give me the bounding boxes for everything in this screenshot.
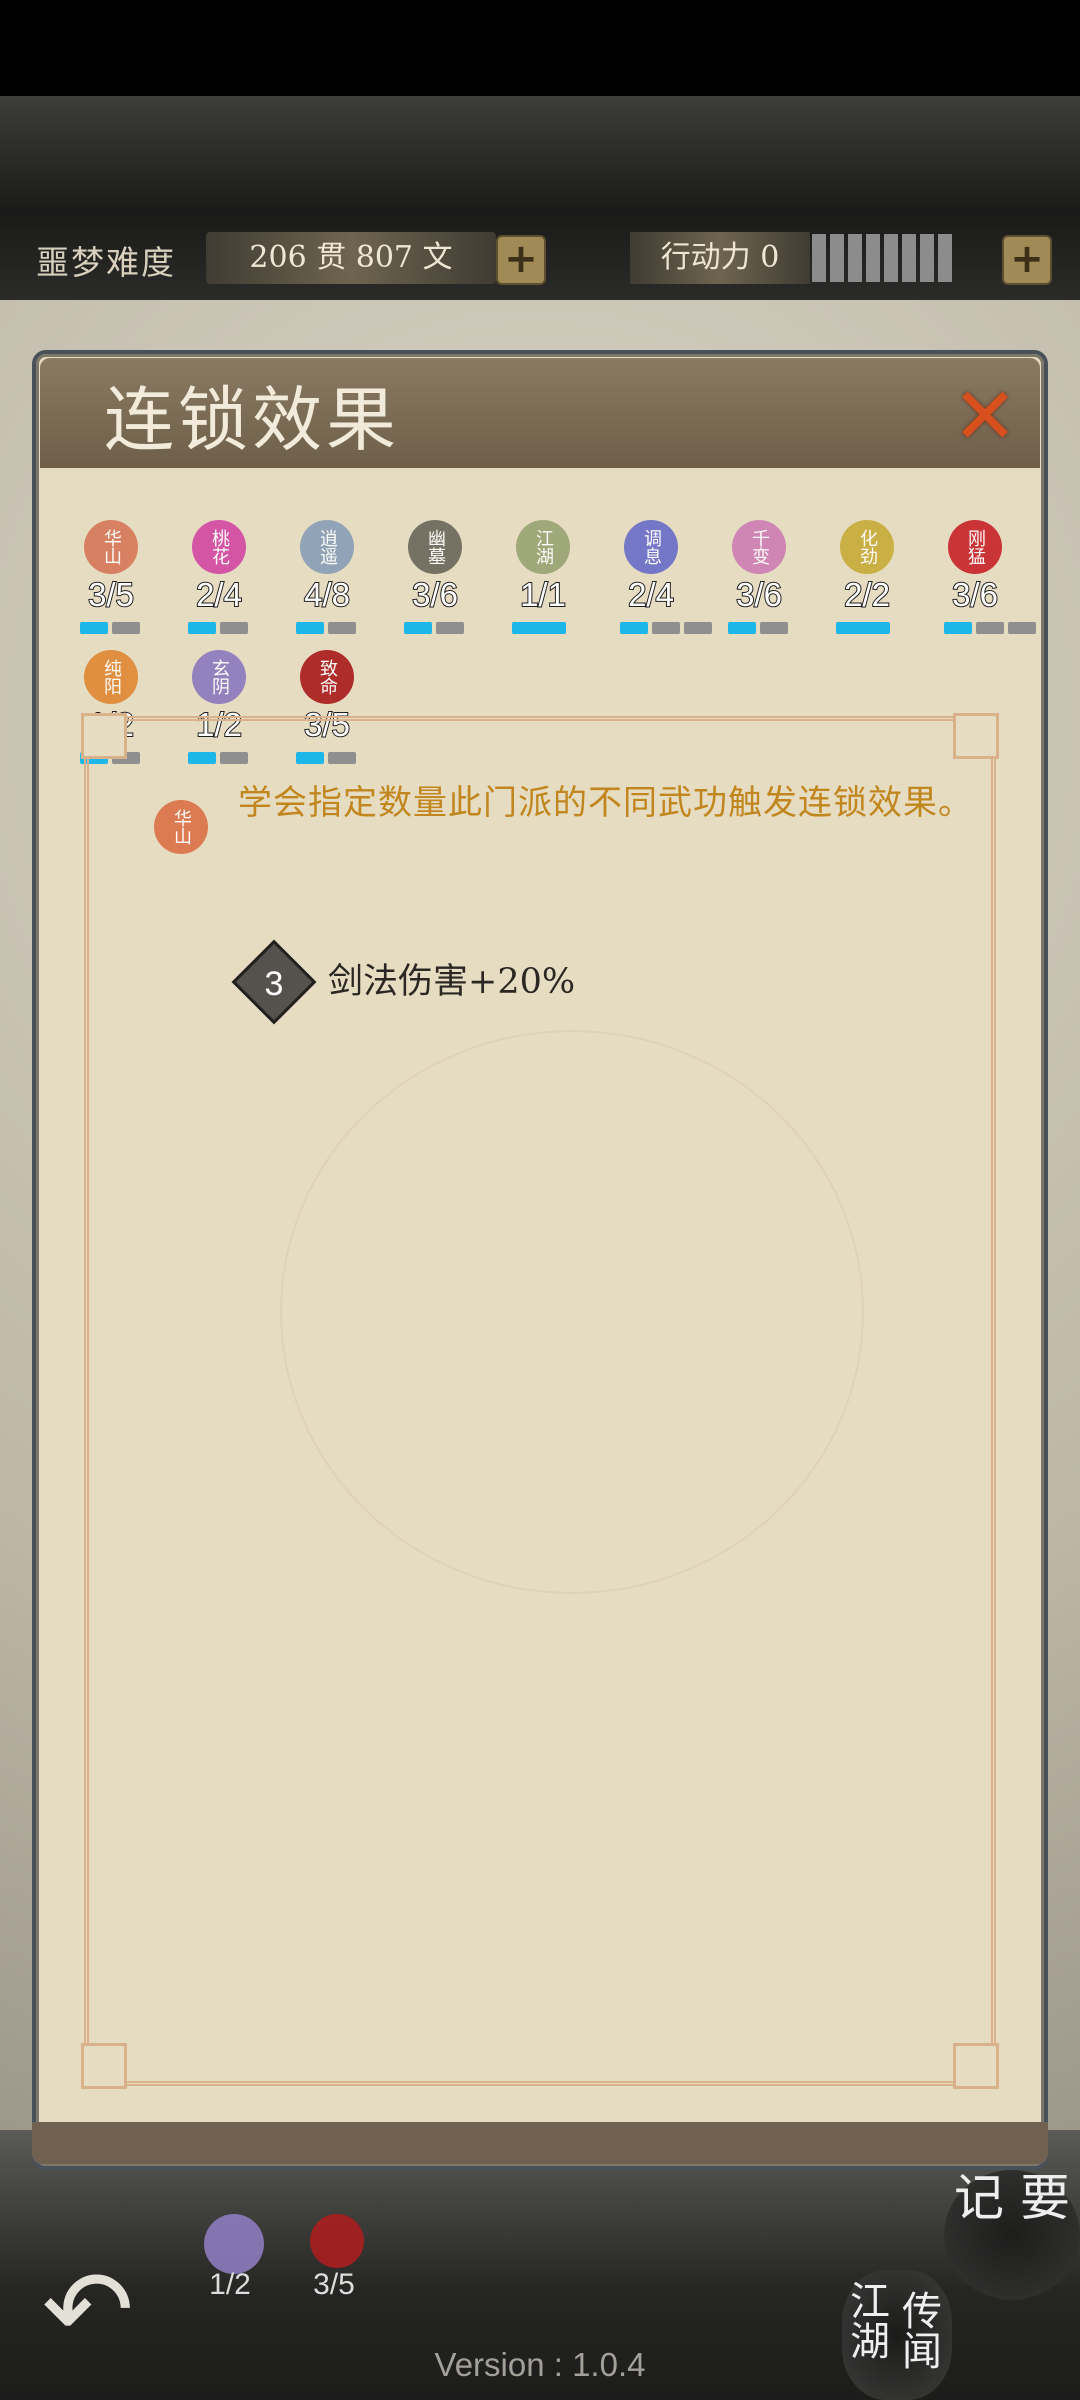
frame-corner (81, 2043, 127, 2089)
add-action-power-button[interactable]: + (1002, 235, 1052, 285)
sect-progress (836, 622, 890, 634)
tier-number: 3 (264, 965, 284, 1003)
sect-count: 3/6 (735, 575, 783, 614)
sect-seal-icon: 江湖 (516, 520, 570, 574)
bg-count-zhiming: 3/5 (313, 2268, 355, 2301)
sect-progress (620, 622, 712, 634)
sect-seal-icon: 调息 (624, 520, 678, 574)
frame-corner (953, 2043, 999, 2089)
sect-seal-icon: 逍遥 (300, 520, 354, 574)
progress-segment (188, 622, 216, 634)
progress-segment (512, 622, 566, 634)
sect-chip[interactable]: 调息 2/4 (606, 520, 712, 640)
sect-count: 4/8 (303, 575, 351, 614)
sect-seal-icon: 幽墓 (408, 520, 462, 574)
sect-chip[interactable]: 刚猛 3/6 (930, 520, 1036, 640)
progress-segment (328, 622, 356, 634)
sect-count: 3/6 (411, 575, 459, 614)
sect-progress (728, 622, 788, 634)
panel-footer (32, 2122, 1048, 2164)
action-power-meter (812, 234, 952, 282)
jiyao-button[interactable]: 记 要 (944, 2170, 1080, 2300)
sect-chip[interactable]: 逍遥 4/8 (282, 520, 362, 640)
progress-segment (728, 622, 756, 634)
sect-progress (188, 622, 248, 634)
sect-seal-icon: 玄阴 (192, 650, 246, 704)
sect-seal-icon: 华山 (84, 520, 138, 574)
sect-seal-icon: 刚猛 (948, 520, 1002, 574)
panel-title: 连锁效果 (104, 379, 400, 461)
sect-count: 3/5 (87, 575, 135, 614)
sect-count: 2/2 (843, 575, 891, 614)
sect-seal-icon: 纯阳 (84, 650, 138, 704)
sect-count: 3/6 (951, 575, 999, 614)
sect-progress (944, 622, 1036, 634)
sect-seal-icon: 致命 (300, 650, 354, 704)
selected-sect-seal: 华山 (154, 800, 208, 854)
sect-progress (404, 622, 464, 634)
chain-description: 学会指定数量此门派的不同武功触发连锁效果。 (238, 783, 973, 823)
progress-segment (436, 622, 464, 634)
progress-segment (684, 622, 712, 634)
system-status-bar (0, 0, 1080, 96)
frame-corner (953, 713, 999, 759)
sect-seal-icon: 化劲 (840, 520, 894, 574)
progress-segment (944, 622, 972, 634)
frame-corner (81, 713, 127, 759)
progress-segment (80, 622, 108, 634)
progress-segment (760, 622, 788, 634)
sect-progress (296, 622, 356, 634)
add-currency-button[interactable]: + (496, 235, 546, 285)
bg-count-xuanyin: 1/2 (209, 2268, 251, 2301)
sect-count: 1/1 (519, 575, 567, 614)
progress-segment (296, 622, 324, 634)
sect-chip[interactable]: 化劲 2/2 (822, 520, 902, 640)
sect-chip[interactable]: 江湖 1/1 (498, 520, 578, 640)
currency-display: 206 贯 807 文 (206, 232, 496, 284)
effect-text: 剑法伤害+20% (328, 962, 576, 1002)
sect-chip[interactable]: 幽墓 3/6 (390, 520, 470, 640)
sect-progress (512, 622, 566, 634)
progress-segment (836, 622, 890, 634)
sect-count: 2/4 (627, 575, 675, 614)
sect-chip[interactable]: 华山 3/5 (66, 520, 146, 640)
sect-chip[interactable]: 千变 3/6 (714, 520, 794, 640)
sect-seal-icon: 千变 (732, 520, 786, 574)
bg-seal-zhiming (310, 2214, 364, 2268)
dragon-watermark (280, 1030, 864, 1594)
progress-segment (1008, 622, 1036, 634)
progress-segment (404, 622, 432, 634)
sect-count: 2/4 (195, 575, 243, 614)
version-label: Version : 1.0.4 (434, 2346, 646, 2383)
close-icon[interactable]: ✕ (950, 378, 1020, 456)
progress-segment (620, 622, 648, 634)
sect-chip[interactable]: 桃花 2/4 (174, 520, 254, 640)
progress-segment (220, 622, 248, 634)
difficulty-label: 噩梦难度 (36, 243, 176, 282)
sect-progress (80, 622, 140, 634)
bg-seal-xuanyin (204, 2214, 264, 2274)
progress-segment (112, 622, 140, 634)
progress-segment (976, 622, 1004, 634)
progress-segment (652, 622, 680, 634)
action-power-display: 行动力 0 (630, 232, 810, 284)
sect-seal-icon: 桃花 (192, 520, 246, 574)
